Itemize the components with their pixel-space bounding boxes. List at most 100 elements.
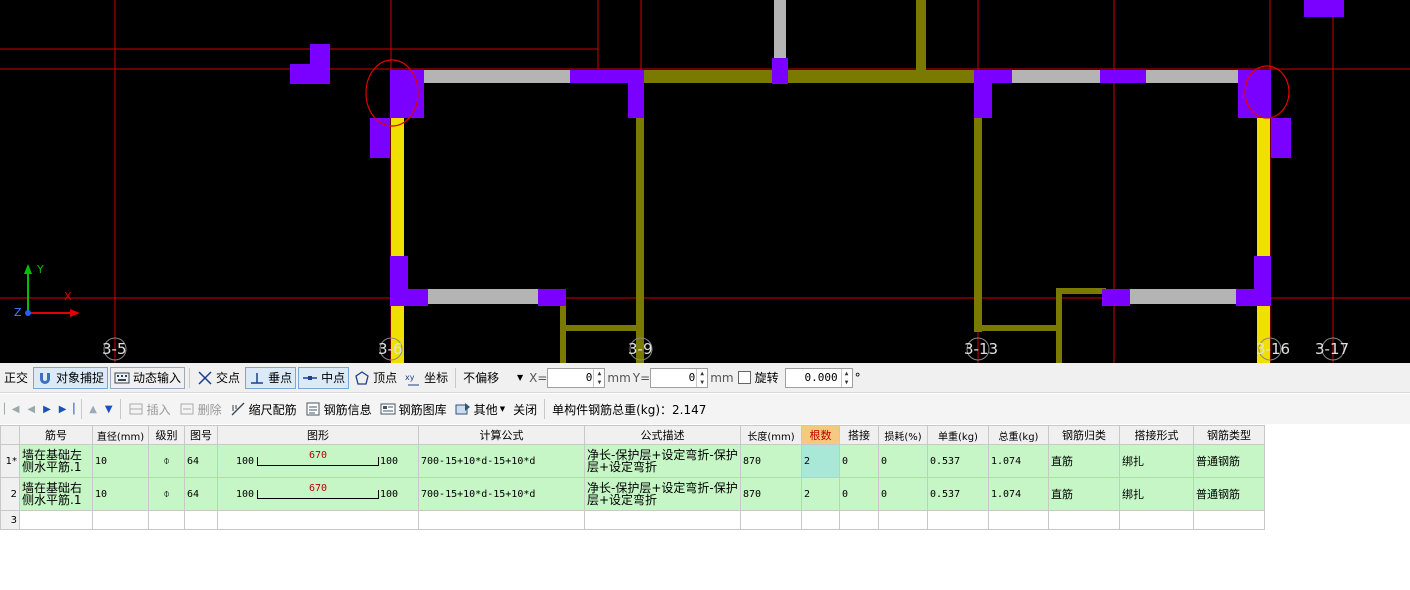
offset-mode-select[interactable]: 不偏移 ▼: [460, 367, 526, 389]
count-cell[interactable]: 2: [801, 444, 840, 478]
unit-weight-cell[interactable]: 0.537: [927, 477, 989, 511]
lap-form-cell[interactable]: 绑扎: [1119, 477, 1194, 511]
rotate-spinner[interactable]: ▲ ▼: [840, 368, 852, 387]
rebar-type-cell[interactable]: 普通钢筋: [1193, 477, 1265, 511]
length-cell[interactable]: 870: [740, 444, 802, 478]
grade-cell[interactable]: ⌽: [148, 444, 185, 478]
x-spinner[interactable]: ▲ ▼: [593, 368, 604, 387]
column-header[interactable]: 总重(kg): [988, 425, 1049, 445]
column-header[interactable]: 级别: [148, 425, 185, 445]
grade-cell[interactable]: ⌽: [148, 477, 185, 511]
first-record-button[interactable]: ▏◀: [1, 398, 22, 420]
next-record-button[interactable]: ▶: [40, 398, 54, 420]
rebar-info-button[interactable]: 钢筋信息: [302, 398, 375, 420]
coordinate-button[interactable]: xy 坐标: [402, 367, 451, 389]
empty-cell[interactable]: [1193, 510, 1265, 530]
description-cell[interactable]: 净长-保护层+设定弯折-保护层+设定弯折: [584, 477, 741, 511]
empty-cell[interactable]: [801, 510, 840, 530]
shape-cell[interactable]: 100 670 100: [217, 444, 419, 478]
row-number[interactable]: 1*: [0, 444, 20, 478]
dynamic-input-button[interactable]: 动态输入: [110, 366, 186, 389]
column-header[interactable]: 钢筋归类: [1048, 425, 1120, 445]
empty-cell[interactable]: [148, 510, 185, 530]
figure-no-cell[interactable]: 64: [184, 444, 218, 478]
table-row[interactable]: 1* 墙在基础左侧水平筋.1 10 ⌽ 64 100 670 100 700-1…: [0, 444, 1265, 478]
formula-cell[interactable]: 700-15+10*d-15+10*d: [418, 444, 585, 478]
cad-canvas[interactable]: Y X Z 3-5 3-6 3-9 3-13 3-16 3-17: [0, 0, 1410, 363]
empty-cell[interactable]: [927, 510, 989, 530]
column-header[interactable]: 搭接: [839, 425, 879, 445]
table-row-empty[interactable]: 3: [0, 510, 1265, 530]
column-header[interactable]: 直径(mm): [92, 425, 149, 445]
lap-form-cell[interactable]: 绑扎: [1119, 444, 1194, 478]
other-menu-button[interactable]: 其他 ▼: [452, 398, 508, 420]
category-cell[interactable]: 直筋: [1048, 477, 1120, 511]
count-cell[interactable]: 2: [801, 477, 840, 511]
rebar-name-cell[interactable]: 墙在基础右侧水平筋.1: [19, 477, 93, 511]
description-cell[interactable]: 净长-保护层+设定弯折-保护层+设定弯折: [584, 444, 741, 478]
rebar-name-cell[interactable]: 墙在基础左侧水平筋.1: [19, 444, 93, 478]
column-header[interactable]: 图形: [217, 425, 419, 445]
rotate-checkbox[interactable]: [737, 371, 751, 384]
prev-record-button[interactable]: ◀: [24, 398, 38, 420]
diameter-cell[interactable]: 10: [92, 444, 149, 478]
move-up-button[interactable]: ▲: [86, 398, 100, 420]
diameter-cell[interactable]: 10: [92, 477, 149, 511]
column-header[interactable]: 根数: [801, 425, 840, 445]
empty-cell[interactable]: [19, 510, 93, 530]
column-header[interactable]: 图号: [184, 425, 218, 445]
rebar-library-button[interactable]: 钢筋图库: [377, 398, 450, 420]
y-spinner[interactable]: ▲ ▼: [696, 368, 707, 387]
empty-cell[interactable]: [988, 510, 1049, 530]
perpendicular-button[interactable]: 垂点: [245, 366, 297, 389]
figure-no-cell[interactable]: 64: [184, 477, 218, 511]
empty-cell[interactable]: [1119, 510, 1194, 530]
empty-cell[interactable]: [217, 510, 419, 530]
scale-rebar-button[interactable]: 缩尺配筋: [227, 398, 300, 420]
loss-cell[interactable]: 0: [878, 444, 928, 478]
object-snap-button[interactable]: 对象捕捉: [33, 366, 109, 389]
column-header[interactable]: 长度(mm): [740, 425, 802, 445]
total-weight-cell[interactable]: 1.074: [988, 477, 1049, 511]
lap-cell[interactable]: 0: [839, 444, 879, 478]
move-down-button[interactable]: ▼: [102, 398, 116, 420]
column-header[interactable]: 计算公式: [418, 425, 585, 445]
row-number[interactable]: 2: [0, 477, 20, 511]
row-number[interactable]: 3: [0, 510, 20, 530]
loss-cell[interactable]: 0: [878, 477, 928, 511]
empty-cell[interactable]: [418, 510, 585, 530]
lap-cell[interactable]: 0: [839, 477, 879, 511]
x-input[interactable]: 0 ▲ ▼: [547, 367, 606, 388]
empty-cell[interactable]: [184, 510, 218, 530]
empty-cell[interactable]: [839, 510, 879, 530]
column-header[interactable]: 筋号: [19, 425, 93, 445]
empty-cell[interactable]: [92, 510, 149, 530]
column-header[interactable]: 公式描述: [584, 425, 741, 445]
category-cell[interactable]: 直筋: [1048, 444, 1120, 478]
total-weight-cell[interactable]: 1.074: [988, 444, 1049, 478]
rotate-input[interactable]: 0.000 ▲ ▼: [784, 367, 853, 388]
empty-cell[interactable]: [740, 510, 802, 530]
rebar-type-cell[interactable]: 普通钢筋: [1193, 444, 1265, 478]
column-header[interactable]: 钢筋类型: [1193, 425, 1265, 445]
unit-weight-cell[interactable]: 0.537: [927, 444, 989, 478]
intersection-button[interactable]: 交点: [194, 367, 243, 389]
column-header[interactable]: 单重(kg): [927, 425, 989, 445]
table-row[interactable]: 2 墙在基础右侧水平筋.1 10 ⌽ 64 100 670 100 700-15…: [0, 477, 1265, 511]
delete-button[interactable]: 删除: [176, 398, 225, 420]
empty-cell[interactable]: [1048, 510, 1120, 530]
length-cell[interactable]: 870: [740, 477, 802, 511]
column-header[interactable]: 损耗(%): [878, 425, 928, 445]
insert-button[interactable]: 插入: [125, 398, 174, 420]
close-button[interactable]: 关闭: [510, 398, 540, 420]
vertex-button[interactable]: 顶点: [351, 367, 400, 389]
y-input[interactable]: 0 ▲ ▼: [650, 367, 709, 388]
empty-cell[interactable]: [878, 510, 928, 530]
midpoint-button[interactable]: 中点: [298, 366, 350, 389]
shape-cell[interactable]: 100 670 100: [217, 477, 419, 511]
empty-cell[interactable]: [584, 510, 741, 530]
column-header[interactable]: 搭接形式: [1119, 425, 1194, 445]
last-record-button[interactable]: ▶▕: [56, 398, 77, 420]
formula-cell[interactable]: 700-15+10*d-15+10*d: [418, 477, 585, 511]
ortho-button[interactable]: 正交: [1, 367, 31, 389]
